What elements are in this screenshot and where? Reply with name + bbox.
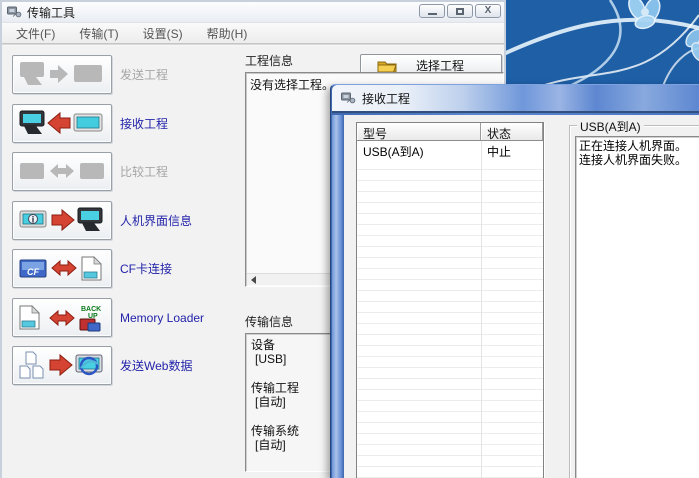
- compare-project-button: [12, 152, 112, 191]
- table-empty-rows: [357, 159, 543, 478]
- menu-transfer[interactable]: 传输(T): [69, 23, 128, 44]
- column-header-model[interactable]: 型号: [357, 123, 481, 140]
- maximize-button[interactable]: [447, 4, 473, 18]
- main-titlebar[interactable]: 传输工具 X: [2, 2, 504, 22]
- device-table: 型号 状态 USB(A到A) 中止: [356, 122, 544, 478]
- column-header-status[interactable]: 状态: [481, 123, 543, 140]
- svg-text:CF: CF: [27, 267, 39, 277]
- usb-message-line: 连接人机界面失败。: [579, 153, 699, 167]
- receive-project-dialog: 接收工程 型号 状态 USB(A到A) 中止 USB(A到A): [330, 84, 699, 478]
- minimize-button[interactable]: [419, 4, 445, 18]
- close-icon: X: [485, 6, 492, 16]
- scroll-left-button[interactable]: [247, 274, 260, 285]
- send-web-data-button[interactable]: [12, 346, 112, 385]
- receive-project-label: 接收工程: [120, 104, 250, 143]
- memory-loader-label: Memory Loader: [120, 298, 250, 337]
- usb-group-box: USB(A到A) 正在连接人机界面。 连接人机界面失败。: [569, 125, 699, 478]
- svg-text:i: i: [32, 214, 35, 224]
- main-window-title: 传输工具: [27, 4, 75, 21]
- menu-help[interactable]: 帮助(H): [197, 23, 258, 44]
- cell-status: 中止: [481, 141, 543, 158]
- maximize-icon: [456, 8, 464, 15]
- memory-loader-button[interactable]: BACK UP: [12, 298, 112, 337]
- device-table-header: 型号 状态: [357, 123, 543, 141]
- dialog-titlebar[interactable]: 接收工程: [332, 85, 699, 113]
- dialog-title: 接收工程: [362, 90, 410, 107]
- cf-card-button[interactable]: CF: [12, 249, 112, 288]
- project-info-message: 没有选择工程。: [250, 78, 334, 92]
- memory-loader-icon: BACK UP: [18, 303, 106, 333]
- send-project-button: [12, 55, 112, 94]
- send-project-label: 发送工程: [120, 55, 250, 94]
- send-project-icon: [18, 60, 106, 90]
- send-web-data-label: 发送Web数据: [120, 346, 250, 385]
- usb-group-label: USB(A到A): [577, 118, 644, 135]
- transfer-tool-app-icon: [341, 92, 356, 104]
- close-button[interactable]: X: [475, 4, 501, 18]
- dialog-client-area: 型号 状态 USB(A到A) 中止 USB(A到A) 正在连接人机界面。 连接人…: [344, 115, 699, 478]
- receive-project-icon: [18, 109, 106, 139]
- transfer-info-label: 传输信息: [245, 313, 293, 330]
- window-controls: X: [419, 4, 501, 18]
- cf-card-label: CF卡连接: [120, 249, 250, 288]
- hmi-info-label: 人机界面信息: [120, 201, 250, 240]
- dialog-left-frame: [332, 115, 344, 478]
- menu-bar: 文件(F) 传输(T) 设置(S) 帮助(H): [2, 22, 504, 44]
- desktop: 传输工具 X 文件(F) 传输(T) 设置(S) 帮助(H): [0, 0, 699, 478]
- menu-file[interactable]: 文件(F): [6, 23, 65, 44]
- cell-model: USB(A到A): [357, 141, 481, 158]
- compare-project-icon: [18, 157, 106, 187]
- usb-message-line: 正在连接人机界面。: [579, 139, 699, 153]
- compare-project-label: 比较工程: [120, 152, 250, 191]
- menu-settings[interactable]: 设置(S): [133, 23, 193, 44]
- hmi-info-icon: i: [18, 206, 106, 236]
- usb-message-area: 正在连接人机界面。 连接人机界面失败。: [575, 136, 699, 478]
- project-info-label: 工程信息: [245, 52, 293, 69]
- svg-text:BACK: BACK: [81, 306, 101, 313]
- cf-card-icon: CF: [18, 254, 106, 284]
- toolbar-separator: [2, 44, 504, 46]
- hmi-info-button[interactable]: i: [12, 201, 112, 240]
- minimize-icon: [428, 13, 437, 15]
- receive-project-button[interactable]: [12, 104, 112, 143]
- scroll-left-arrow-icon: [251, 276, 256, 284]
- transfer-tool-app-icon: [7, 6, 22, 18]
- send-web-data-icon: [18, 351, 106, 381]
- table-row[interactable]: USB(A到A) 中止: [357, 141, 543, 158]
- table-column-divider: [481, 141, 482, 478]
